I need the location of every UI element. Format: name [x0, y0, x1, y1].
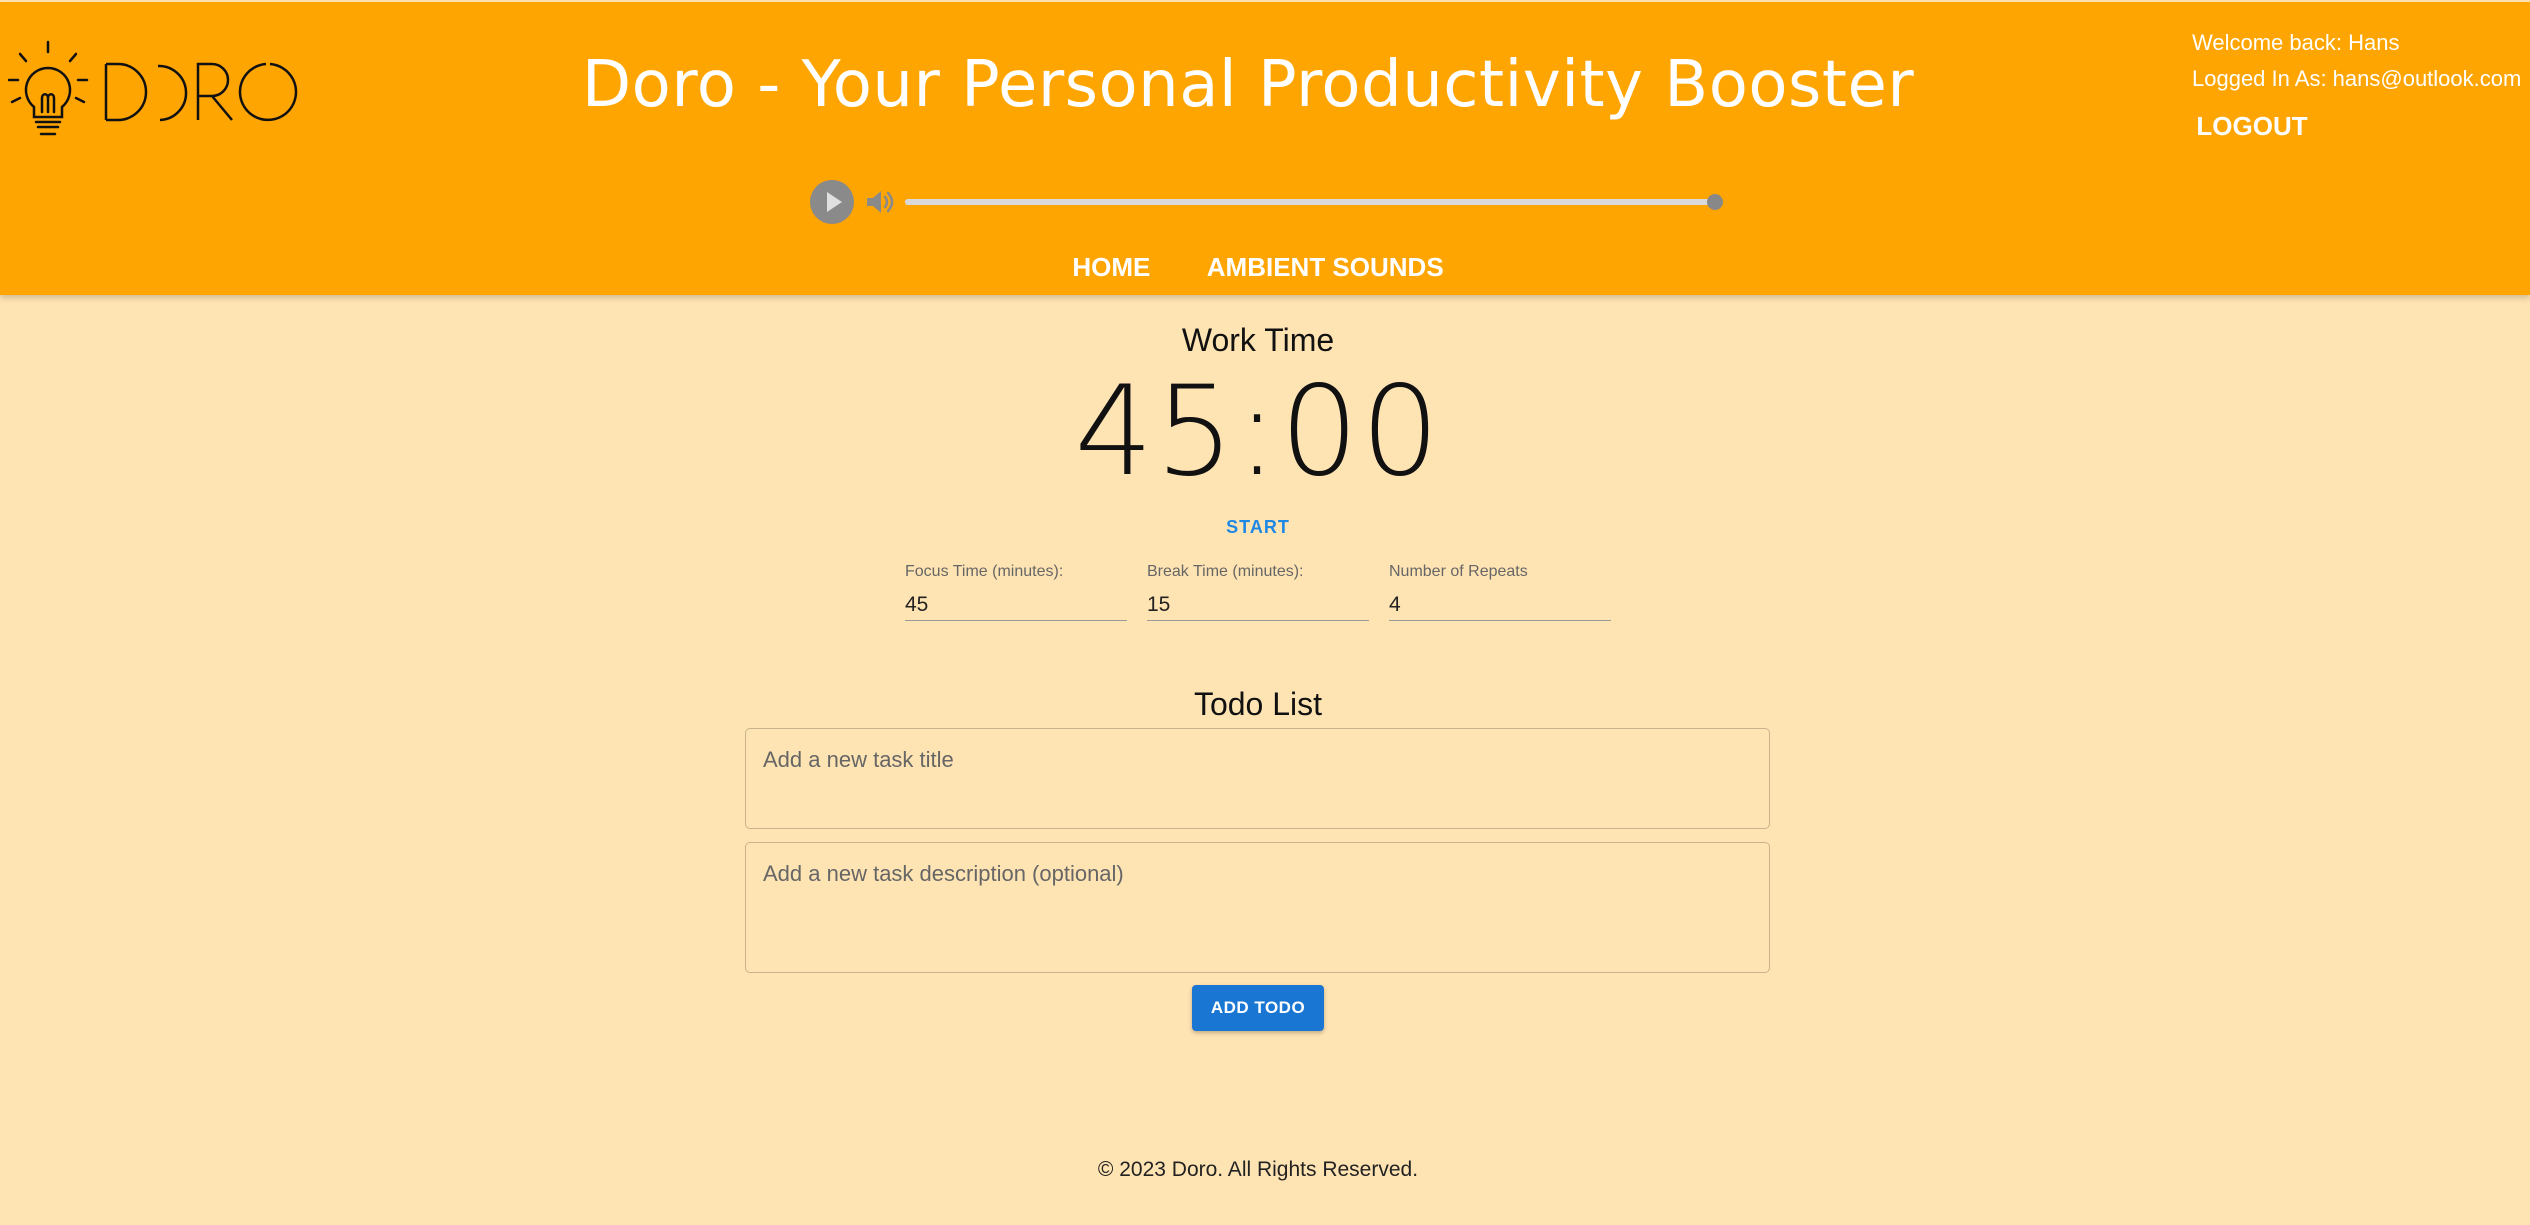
play-button[interactable] — [810, 180, 854, 224]
repeats-label: Number of Repeats — [1389, 563, 1528, 580]
start-button-row: START — [0, 517, 2516, 538]
volume-slider-thumb[interactable] — [1707, 194, 1723, 210]
logged-in-text: Logged In As: hans@outlook.com — [2192, 66, 2522, 91]
audio-player — [810, 178, 1723, 226]
break-time-input[interactable]: 15 — [1147, 589, 1369, 621]
focus-time-field[interactable]: Focus Time (minutes): 45 — [905, 563, 1127, 621]
volume-slider-fill — [905, 199, 1715, 205]
timer-mode-label: Work Time — [1181, 322, 1335, 358]
logout-button[interactable]: LOGOUT — [2192, 106, 2312, 146]
break-time-field[interactable]: Break Time (minutes): 15 — [1147, 563, 1369, 621]
start-button[interactable]: START — [1216, 513, 1300, 541]
user-info: Welcome back: Hans Logged In As: hans@ou… — [2192, 28, 2521, 100]
timer-display: 45:00 — [1074, 360, 1442, 504]
todo-list-title: Todo List — [1193, 686, 1323, 722]
nav-ambient-sounds[interactable]: AMBIENT SOUNDS — [1207, 252, 1444, 283]
focus-time-label: Focus Time (minutes): — [905, 563, 1064, 580]
repeats-field[interactable]: Number of Repeats 4 — [1389, 563, 1611, 621]
task-description-input[interactable]: Add a new task description (optional) — [745, 842, 1770, 973]
repeats-input[interactable]: 4 — [1389, 589, 1611, 621]
break-time-label: Break Time (minutes): — [1147, 563, 1304, 580]
main-nav: HOME AMBIENT SOUNDS — [0, 252, 2516, 283]
volume-slider[interactable] — [905, 194, 1723, 210]
welcome-text: Welcome back: Hans — [2192, 30, 2400, 55]
app-title: Doro - Your Personal Productivity Booste… — [581, 48, 1915, 122]
nav-home[interactable]: HOME — [1072, 252, 1150, 283]
volume-icon[interactable] — [864, 188, 894, 216]
add-todo-button[interactable]: ADD TODO — [1192, 985, 1324, 1031]
focus-time-input[interactable]: 45 — [905, 589, 1127, 621]
play-icon — [827, 192, 842, 212]
footer-text: © 2023 Doro. All Rights Reserved. — [1097, 1158, 1419, 1181]
task-title-input[interactable]: Add a new task title — [745, 728, 1770, 829]
app-header: Doro - Your Personal Productivity Booste… — [0, 2, 2530, 295]
